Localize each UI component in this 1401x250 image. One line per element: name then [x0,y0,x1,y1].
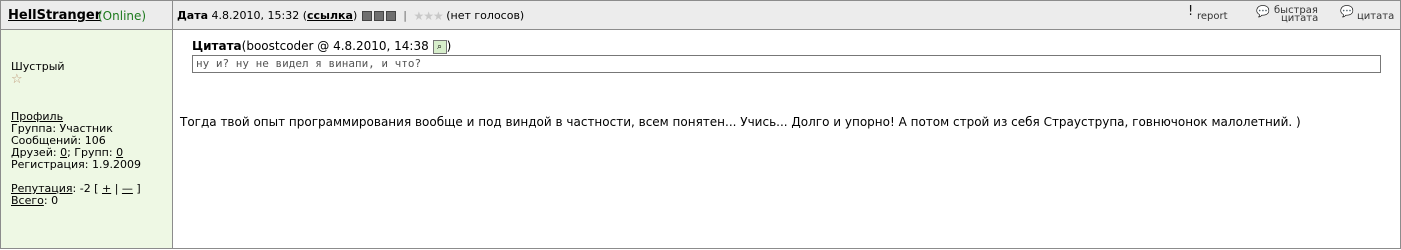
rating-boxes [361,9,401,22]
rate-box-icon[interactable] [373,11,384,21]
author-header: HellStranger (Online) [1,1,173,30]
rating-star-icon[interactable]: ★★★ [413,9,443,23]
rate-box-icon[interactable] [385,11,396,21]
author-name-link[interactable]: HellStranger [8,8,101,23]
quote-meta: (boostcoder @ 4.8.2010, 14:38 [241,39,429,53]
date-value: 4.8.2010, 15:32 [211,9,300,22]
rep-minus-button[interactable]: — [122,182,133,195]
star-icon: ☆ [11,72,23,87]
date-label: Дата [177,9,209,22]
post-message: Тогда твой опыт программирования вообще … [180,115,1301,129]
forum-post: HellStranger (Online) Дата 4.8.2010, 15:… [0,0,1401,249]
post-content: Цитата(boostcoder @ 4.8.2010, 14:38 ⌕) н… [173,30,1400,248]
separator: | [403,9,407,22]
quote-label: Цитата [192,39,242,53]
quote-bubble-icon: 💬 [1256,5,1270,18]
online-status: (Online) [98,9,147,23]
post-meta: Дата 4.8.2010, 15:32 (ссылка) | ★★★ (нет… [177,9,524,23]
user-info: Профиль Группа: Участник Сообщений: 106 … [11,111,141,207]
total-link[interactable]: Всего [11,194,44,207]
user-registered: Регистрация: 1.9.2009 [11,158,141,171]
user-total: Всего: 0 [11,194,59,207]
exclamation-icon: ! [1188,4,1194,19]
rate-box-icon[interactable] [361,11,372,21]
magnifier-icon[interactable]: ⌕ [432,39,447,54]
author-sidebar: Шустрый ☆ Профиль Группа: Участник Сообщ… [1,30,173,248]
quote-box: ну и? ну не видел я винапи, и что? [192,55,1381,73]
quote-header: Цитата(boostcoder @ 4.8.2010, 14:38 ⌕) [192,39,452,54]
rep-plus-button[interactable]: + [102,182,111,195]
votes-text: (нет голосов) [446,9,525,22]
post-permalink[interactable]: ссылка [307,9,353,22]
post-header: Дата 4.8.2010, 15:32 (ссылка) | ★★★ (нет… [173,1,1400,30]
paren-close: ) [352,9,358,22]
quote-bubble-icon: 💬 [1340,5,1354,18]
